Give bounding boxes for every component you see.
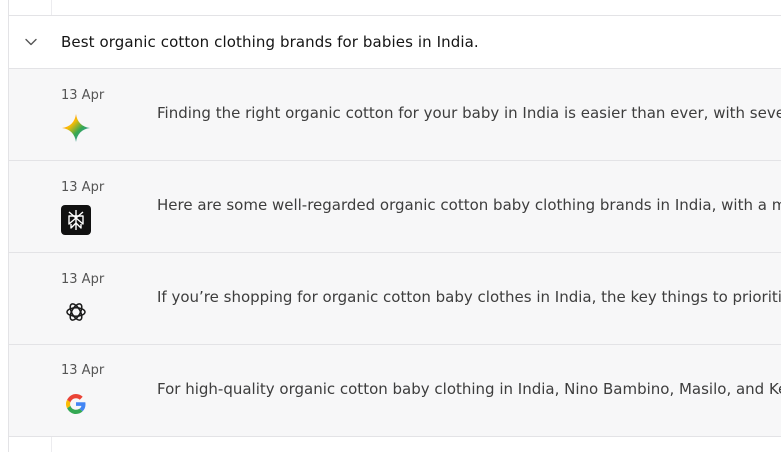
response-date: 13 Apr: [61, 180, 105, 195]
perplexity-icon: [61, 205, 91, 235]
response-row-gemini[interactable]: 13 Apr Finding the right organic cotton …: [9, 69, 781, 161]
response-row-perplexity[interactable]: 13 Apr Here are some well-regarded organ…: [9, 161, 781, 253]
prompt-group-header[interactable]: Best organic cotton clothing brands for …: [9, 16, 781, 69]
response-snippet: If you’re shopping for organic cotton ba…: [157, 288, 781, 306]
next-group-edge: [9, 437, 781, 452]
column-divider: [51, 437, 52, 452]
response-snippet: For high-quality organic cotton baby clo…: [157, 380, 781, 398]
response-snippet: Here are some well-regarded organic cott…: [157, 196, 781, 214]
chevron-down-icon[interactable]: [24, 35, 38, 49]
previous-group-edge: [9, 0, 781, 16]
response-snippet: Finding the right organic cotton for you…: [157, 104, 781, 122]
column-divider: [51, 0, 52, 15]
responses-panel: Best organic cotton clothing brands for …: [0, 0, 781, 452]
google-icon: [61, 389, 91, 419]
response-row-google[interactable]: 13 Apr For high-quality organic cotton b…: [9, 345, 781, 437]
response-date: 13 Apr: [61, 88, 105, 103]
response-date: 13 Apr: [61, 272, 105, 287]
chatgpt-icon: [61, 297, 91, 327]
prompt-title: Best organic cotton clothing brands for …: [61, 33, 479, 51]
response-date: 13 Apr: [61, 363, 105, 378]
response-row-chatgpt[interactable]: 13 Apr If you’re shopping for organic co…: [9, 253, 781, 345]
gemini-icon: [61, 113, 91, 143]
